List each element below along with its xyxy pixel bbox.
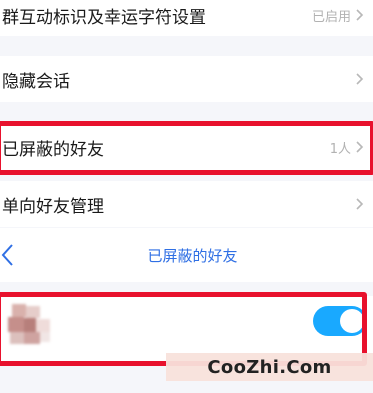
watermark: CooZhi.Com (166, 353, 373, 381)
chevron-right-icon (356, 9, 364, 21)
nav-bar: 已屏蔽的好友 (0, 228, 373, 282)
status-value: 已启用 (311, 9, 351, 25)
settings-row-oneway-friends[interactable]: 单向好友管理 (0, 181, 373, 227)
settings-row-hidden-chats[interactable]: 隐藏会话 (0, 56, 373, 102)
watermark-text: CooZhi.Com (207, 356, 332, 378)
settings-row-label: 已屏蔽的好友 (2, 139, 104, 160)
avatar (6, 304, 54, 352)
settings-row-group-badge[interactable]: 群互动标识及幸运字符设置 已启用 (0, 0, 373, 36)
chevron-right-icon (356, 73, 364, 85)
chevron-right-icon (356, 141, 364, 153)
blocked-count: 1人 (329, 141, 351, 157)
settings-row-label: 隐藏会话 (2, 71, 70, 92)
chevron-right-icon (356, 198, 364, 210)
settings-row-label: 单向好友管理 (2, 196, 104, 217)
page-title: 已屏蔽的好友 (147, 246, 238, 265)
settings-row-blocked-friends[interactable]: 已屏蔽的好友 1人 (0, 122, 373, 172)
block-toggle[interactable] (313, 306, 367, 336)
toggle-knob (340, 309, 364, 333)
chevron-left-icon[interactable] (0, 242, 16, 268)
settings-row-label: 群互动标识及幸运字符设置 (2, 7, 206, 28)
